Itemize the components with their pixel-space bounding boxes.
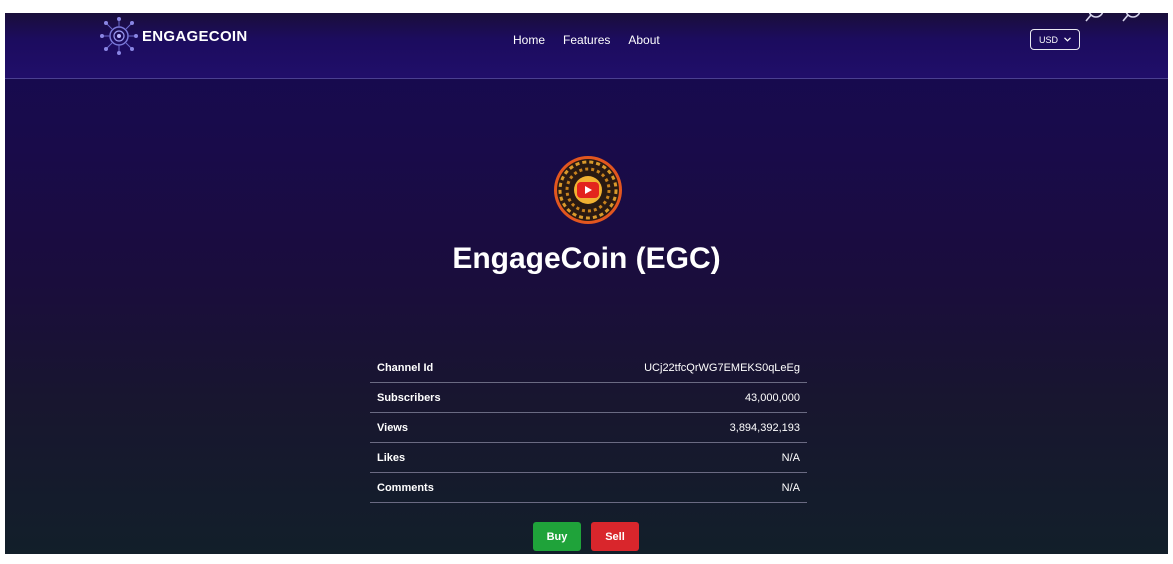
currency-select[interactable]: USD xyxy=(1030,29,1080,50)
table-row: Views 3,894,392,193 xyxy=(370,412,807,443)
nav-home[interactable]: Home xyxy=(513,33,545,47)
stat-value: 43,000,000 xyxy=(507,382,807,413)
main-nav: Home Features About xyxy=(513,33,660,47)
nav-features[interactable]: Features xyxy=(563,33,610,47)
stat-label: Views xyxy=(370,412,507,443)
brand-name: ENGAGECOIN xyxy=(142,27,248,45)
sell-button[interactable]: Sell xyxy=(591,522,639,551)
search-icon[interactable] xyxy=(1084,13,1106,23)
stat-value: 3,894,392,193 xyxy=(507,412,807,443)
nav-about[interactable]: About xyxy=(628,33,659,47)
stat-value: N/A xyxy=(507,472,807,503)
youtube-coin-icon xyxy=(554,156,622,224)
table-row: Channel Id UCj22tfcQrWG7EMEKS0qLeEg xyxy=(370,353,807,383)
buy-button[interactable]: Buy xyxy=(533,522,581,551)
stat-label: Likes xyxy=(370,442,507,473)
currency-selected: USD xyxy=(1038,34,1058,45)
table-row: Subscribers 43,000,000 xyxy=(370,382,807,413)
channel-stats-table: Channel Id UCj22tfcQrWG7EMEKS0qLeEg Subs… xyxy=(370,353,807,503)
table-row: Likes N/A xyxy=(370,442,807,473)
table-row: Comments N/A xyxy=(370,472,807,503)
network-globe-icon xyxy=(100,17,138,55)
app-frame: ENGAGECOIN Home Features About USD Engag… xyxy=(5,13,1168,554)
top-nav-bar: ENGAGECOIN Home Features About USD xyxy=(5,13,1168,79)
trade-actions: Buy Sell xyxy=(533,522,639,551)
stat-value: N/A xyxy=(507,442,807,473)
brand-logo[interactable]: ENGAGECOIN xyxy=(97,15,248,57)
search-icon[interactable] xyxy=(1121,13,1143,23)
stat-value: UCj22tfcQrWG7EMEKS0qLeEg xyxy=(507,353,807,383)
stat-label: Channel Id xyxy=(370,353,507,383)
page-title: EngageCoin (EGC) xyxy=(452,242,721,275)
stat-label: Subscribers xyxy=(370,382,507,413)
stat-label: Comments xyxy=(370,472,507,503)
chevron-down-icon xyxy=(1064,37,1071,42)
